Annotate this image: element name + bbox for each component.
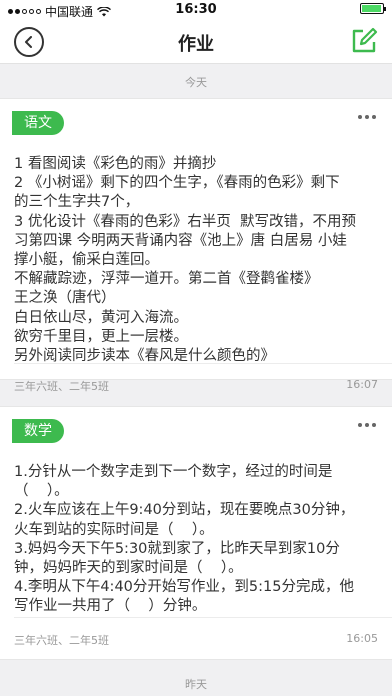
nav-bar: 作业	[0, 20, 392, 64]
content-line: 2.火车应该在上午9:40分到站，现在要晚点30分钟，	[14, 502, 355, 519]
content-line: 欲穷千里目，更上一层楼。	[14, 328, 188, 345]
content-line: 3 优化设计《春雨的色彩》右半页 默写改错，不用预	[14, 213, 357, 230]
edit-square-icon[interactable]	[350, 27, 378, 55]
content-line: 2 《小树谣》剩下的四个生字，《春雨的色彩》剩下	[14, 175, 340, 192]
more-options-icon[interactable]	[358, 423, 376, 429]
content-line: 钟，妈妈昨天的到家时间是（ ）。	[14, 560, 243, 577]
content-line: 撑小艇，偷采白莲回。	[14, 252, 159, 269]
content-line: 1 看图阅读《彩色的雨》并摘抄	[14, 156, 217, 172]
status-bar: 中国联通 16:30	[0, 0, 392, 20]
content-line: 不解藏踪迹，浮萍一道开。第二首《登鹳雀楼》	[14, 271, 319, 288]
post-time: 16:07	[346, 378, 378, 391]
homework-content: 1 看图阅读《彩色的雨》并摘抄 2 《小树谣》剩下的四个生字，《春雨的色彩》剩下…	[14, 155, 378, 366]
battery-icon	[360, 3, 386, 14]
class-list: 三年六班、二年5班	[14, 634, 109, 647]
content-line: 习第四课 今明两天背诵内容《池上》唐 白居易 小娃	[14, 232, 347, 249]
status-right	[360, 3, 386, 14]
content-line: 王之涣（唐代）	[14, 290, 116, 307]
subject-tag: 语文	[12, 111, 64, 135]
content-line: 1.分针从一个数字走到下一个数字，经过的时间是	[14, 464, 333, 480]
status-time: 16:30	[175, 2, 217, 17]
content-line: 火车到站的实际时间是（ ）。	[14, 521, 214, 538]
content-line: 的三个生字共7个，	[14, 194, 140, 211]
more-options-icon[interactable]	[358, 115, 376, 121]
class-list: 三年六班、二年5班	[14, 380, 109, 393]
date-divider-yesterday: 昨天	[185, 678, 207, 691]
homework-card[interactable]: 数学 1.分针从一个数字走到下一个数字，经过的时间是 （ ）。 2.火车应该在上…	[0, 406, 392, 660]
content-line: 4.李明从下午4:40分开始写作业，到5:15分完成，他	[14, 579, 354, 596]
card-divider	[14, 363, 392, 364]
battery-level	[362, 5, 381, 12]
content-line: 白日依山尽，黄河入海流。	[14, 309, 188, 326]
card-divider	[14, 617, 392, 618]
date-divider-today: 今天	[185, 76, 207, 89]
homework-content: 1.分针从一个数字走到下一个数字，经过的时间是 （ ）。 2.火车应该在上午9:…	[14, 463, 378, 617]
homework-card[interactable]: 语文 1 看图阅读《彩色的雨》并摘抄 2 《小树谣》剩下的四个生字，《春雨的色彩…	[0, 98, 392, 380]
page-title: 作业	[178, 34, 214, 55]
content-line: 3.妈妈今天下午5:30就到家了，比昨天早到家10分	[14, 540, 340, 557]
content-line: （ ）。	[14, 483, 69, 500]
content-line: 写作业一共用了（ ）分钟。	[14, 598, 207, 615]
post-time: 16:05	[346, 632, 378, 645]
subject-tag: 数学	[12, 419, 64, 443]
